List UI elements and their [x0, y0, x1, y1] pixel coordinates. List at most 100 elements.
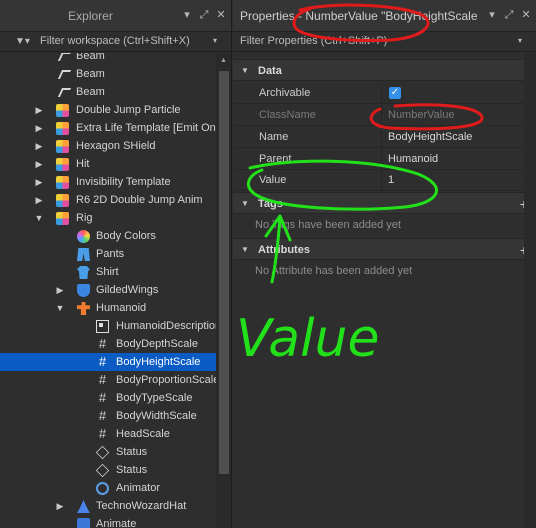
tree-item-invisibility-template[interactable]: ▶ Invisibility Template: [0, 173, 216, 191]
tags-empty-row: No Tags have been added yet: [233, 215, 536, 236]
properties-title: Properties - NumberValue "BodyHeightScal…: [240, 9, 478, 23]
chevron-down-icon[interactable]: ▾: [486, 8, 498, 22]
property-row-parent: Parent Humanoid: [233, 149, 536, 170]
explorer-filter[interactable]: ▼▾ Filter workspace (Ctrl+Shift+X) ▾: [0, 32, 231, 52]
tree-item-humanoid[interactable]: ▼ Humanoid: [0, 299, 216, 317]
explorer-filter-input[interactable]: Filter workspace (Ctrl+Shift+X): [40, 35, 190, 47]
shirt-icon: [77, 266, 90, 279]
section-tags[interactable]: ▼ Tags +: [233, 192, 536, 214]
tree-item-hexagon-shield[interactable]: ▶ Hexagon SHield: [0, 137, 216, 155]
close-icon[interactable]: ✕: [215, 8, 227, 22]
properties-panel: Properties - NumberValue "BodyHeightScal…: [233, 0, 536, 528]
tree-item-hit[interactable]: ▶ Hit: [0, 155, 216, 173]
section-attributes[interactable]: ▼ Attributes +: [233, 238, 536, 260]
model-icon: [56, 194, 69, 207]
property-value-input[interactable]: BodyHeightScale: [388, 127, 472, 148]
tree-item-body-depth-scale[interactable]: # BodyDepthScale: [0, 335, 216, 353]
chevron-right-icon[interactable]: ▶: [34, 155, 44, 173]
property-row-name: Name BodyHeightScale: [233, 127, 536, 148]
chevron-down-icon[interactable]: ▼: [55, 299, 65, 317]
accessory-icon: [77, 284, 90, 297]
status-icon: [95, 445, 110, 460]
property-row-classname: ClassName NumberValue: [233, 105, 536, 126]
scroll-up-icon[interactable]: ▲: [220, 57, 228, 65]
tree-item-body-height-scale[interactable]: # BodyHeightScale: [0, 353, 216, 371]
filter-dropdown-icon[interactable]: ▾: [213, 36, 223, 46]
tree-item-shirt[interactable]: Shirt: [0, 263, 216, 281]
close-icon[interactable]: ✕: [520, 8, 532, 22]
archivable-checkbox[interactable]: ✓: [389, 87, 401, 99]
tree-item-rig[interactable]: ▼ Rig: [0, 209, 216, 227]
number-value-icon: #: [98, 354, 107, 369]
beam-icon: [57, 88, 72, 97]
model-icon: [56, 122, 69, 135]
chevron-right-icon[interactable]: ▶: [34, 137, 44, 155]
animator-icon: [96, 482, 109, 495]
tree-item-r6-double-jump-anim[interactable]: ▶ R6 2D Double Jump Anim: [0, 191, 216, 209]
property-value-input[interactable]: 1: [388, 170, 394, 191]
scrollbar-thumb[interactable]: [219, 71, 229, 474]
tree-item-status[interactable]: Status: [0, 443, 216, 461]
properties-filter-input[interactable]: Filter Properties (Ctrl+Shift+P): [240, 35, 387, 47]
tree-item-body-proportion-scale[interactable]: # BodyProportionScale: [0, 371, 216, 389]
tree-item-beam[interactable]: Beam: [0, 83, 216, 101]
attributes-empty-note: No Attribute has been added yet: [255, 265, 413, 277]
explorer-header: Explorer ▾ ⤢ ✕: [0, 0, 231, 32]
tree-item-techno-wozard-hat[interactable]: ▶ TechnoWozardHat: [0, 497, 216, 515]
chevron-right-icon[interactable]: ▶: [55, 281, 65, 299]
model-icon: [56, 104, 69, 117]
undock-icon[interactable]: ⤢: [503, 8, 515, 22]
property-name: Parent: [259, 153, 292, 165]
tree-item-gilded-wings[interactable]: ▶ GildedWings: [0, 281, 216, 299]
model-icon: [56, 212, 69, 225]
tree-item-pants[interactable]: Pants: [0, 245, 216, 263]
model-icon: [56, 158, 69, 171]
undock-icon[interactable]: ⤢: [198, 8, 210, 22]
filter-dropdown-icon[interactable]: ▾: [518, 36, 528, 46]
property-name: Archivable: [259, 87, 311, 99]
number-value-icon: #: [98, 372, 107, 387]
tree-item-beam[interactable]: Beam: [0, 53, 216, 65]
section-attributes-title: Attributes: [258, 244, 310, 256]
chevron-down-icon[interactable]: ▾: [181, 8, 193, 22]
chevron-right-icon[interactable]: ▶: [55, 497, 65, 515]
tree-item-humanoid-description[interactable]: HumanoidDescription: [0, 317, 216, 335]
tree-item-animate[interactable]: Animate: [0, 515, 216, 528]
chevron-right-icon[interactable]: ▶: [34, 119, 44, 137]
model-icon: [56, 140, 69, 153]
explorer-tree: Beam Beam Beam ▶ Double Jump Particle ▶ …: [0, 53, 216, 528]
explorer-panel: Explorer ▾ ⤢ ✕ ▼▾ Filter workspace (Ctrl…: [0, 0, 232, 528]
properties-filter[interactable]: Filter Properties (Ctrl+Shift+P) ▾: [233, 32, 536, 52]
tree-item-body-colors[interactable]: Body Colors: [0, 227, 216, 245]
chevron-right-icon[interactable]: ▶: [34, 191, 44, 209]
chevron-down-icon[interactable]: ▼: [241, 239, 249, 261]
beam-icon: [57, 70, 72, 79]
property-name: Name: [259, 131, 289, 143]
tree-item-body-width-scale[interactable]: # BodyWidthScale: [0, 407, 216, 425]
humanoid-description-icon: [96, 320, 109, 333]
model-icon: [56, 176, 69, 189]
tree-item-status[interactable]: Status: [0, 461, 216, 479]
chevron-down-icon[interactable]: ▼: [241, 193, 249, 215]
beam-icon: [57, 53, 72, 61]
section-data[interactable]: ▼ Data: [233, 59, 536, 81]
tree-item-beam[interactable]: Beam: [0, 65, 216, 83]
property-name: ClassName: [259, 109, 316, 121]
properties-scrollbar[interactable]: [524, 53, 536, 528]
tree-item-extra-life-template[interactable]: ▶ Extra Life Template [Emit On: [0, 119, 216, 137]
attributes-empty-row: No Attribute has been added yet: [233, 261, 536, 282]
chevron-down-icon[interactable]: ▼: [34, 209, 44, 227]
property-value[interactable]: Humanoid: [388, 149, 438, 170]
explorer-scrollbar[interactable]: ▲: [216, 53, 231, 528]
chevron-right-icon[interactable]: ▶: [34, 101, 44, 119]
body-colors-icon: [77, 230, 90, 243]
tree-item-body-type-scale[interactable]: # BodyTypeScale: [0, 389, 216, 407]
chevron-right-icon[interactable]: ▶: [34, 173, 44, 191]
tree-item-head-scale[interactable]: # HeadScale: [0, 425, 216, 443]
property-row-archivable: Archivable ✓: [233, 83, 536, 104]
chevron-down-icon[interactable]: ▼: [241, 60, 249, 82]
tree-item-animator[interactable]: Animator: [0, 479, 216, 497]
filter-icon[interactable]: ▼▾: [15, 36, 35, 48]
pants-icon: [77, 248, 90, 261]
tree-item-double-jump-particle[interactable]: ▶ Double Jump Particle: [0, 101, 216, 119]
